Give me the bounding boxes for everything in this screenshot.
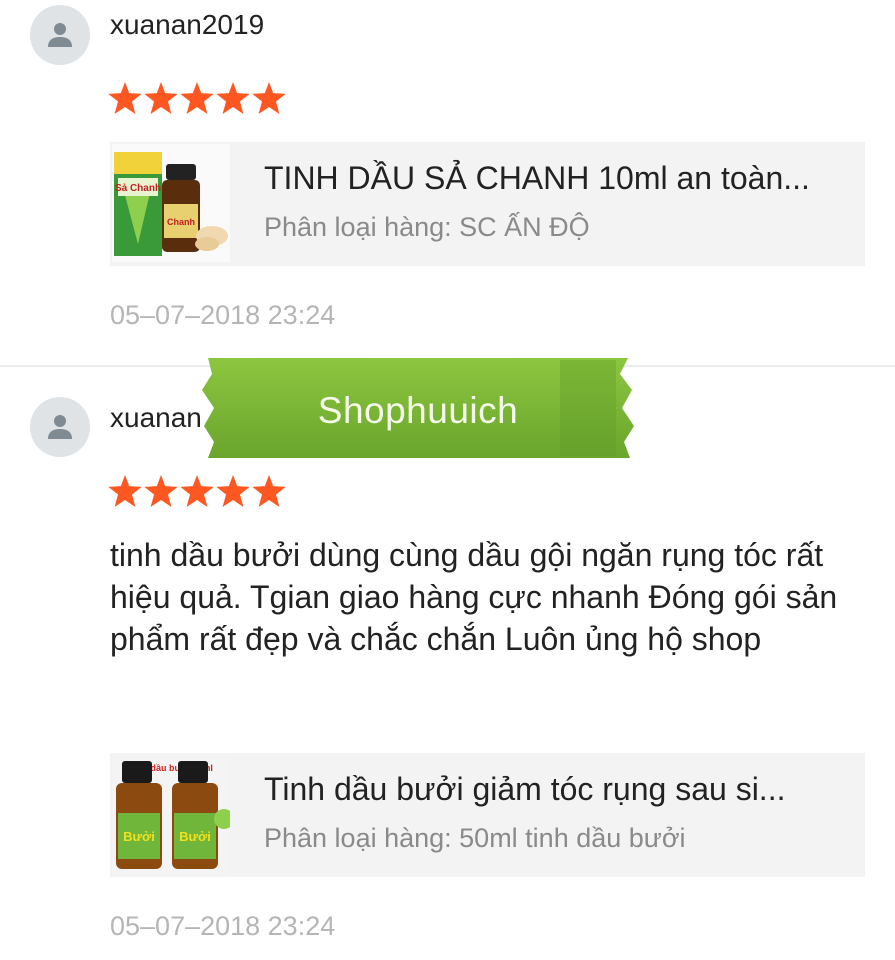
product-thumbnail: Sả Chanh Chanh — [112, 144, 230, 262]
star-icon — [216, 475, 250, 507]
product-card[interactable]: Sả Chanh Chanh TINH DẦU SẢ CHANH 10ml an… — [110, 142, 865, 266]
star-icon — [180, 475, 214, 507]
svg-text:Chanh: Chanh — [167, 217, 195, 227]
star-icon — [108, 82, 142, 114]
product-name[interactable]: Tinh dầu bưởi giảm tóc rụng sau si... — [264, 771, 785, 808]
review-date: 05–07–2018 23:24 — [110, 300, 336, 330]
star-icon — [108, 475, 142, 507]
avatar[interactable] — [30, 397, 90, 457]
reviewer-username[interactable]: xuanan — [110, 402, 202, 434]
star-icon — [144, 82, 178, 114]
user-icon — [48, 415, 72, 439]
shop-watermark-banner: Shophuuich — [200, 356, 636, 464]
star-icon — [180, 82, 214, 114]
svg-text:Sả Chanh: Sả Chanh — [115, 183, 161, 194]
svg-text:Bưởi: Bưởi — [179, 829, 211, 844]
reviewer-username[interactable]: xuanan2019 — [110, 9, 264, 41]
avatar[interactable] — [30, 5, 90, 65]
watermark-text: Shophuuich — [317, 390, 519, 431]
star-icon — [252, 82, 286, 114]
star-icon — [252, 475, 286, 507]
star-icon — [216, 82, 250, 114]
product-name[interactable]: TINH DẦU SẢ CHANH 10ml an toàn... — [264, 160, 810, 197]
svg-text:Bưởi: Bưởi — [123, 829, 155, 844]
rating-stars — [108, 82, 286, 114]
review-comment: tinh dầu bưởi dùng cùng dầu gội ngăn rụn… — [110, 537, 838, 657]
product-card[interactable]: Tinh dầu bưởi 50ml Bưởi Bưởi Tinh dầu bư… — [110, 753, 865, 877]
user-icon — [48, 23, 72, 47]
rating-stars — [108, 475, 286, 507]
product-thumbnail: Tinh dầu bưởi 50ml Bưởi Bưởi — [112, 755, 230, 873]
star-icon — [144, 475, 178, 507]
product-variation: Phân loại hàng: SC ẤN ĐỘ — [264, 212, 590, 242]
product-variation: Phân loại hàng: 50ml tinh dầu bưởi — [264, 823, 686, 853]
review-date: 05–07–2018 23:24 — [110, 911, 336, 941]
